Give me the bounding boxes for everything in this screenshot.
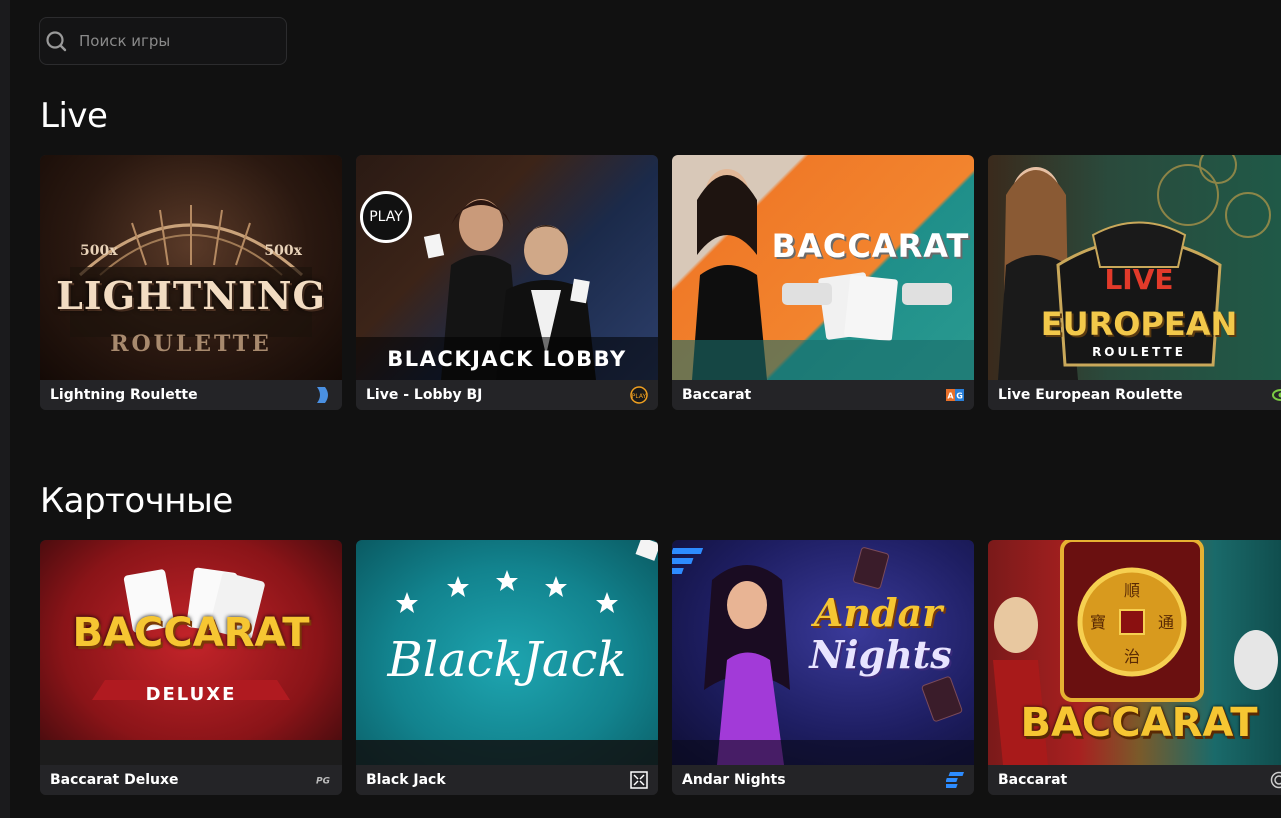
art-title: LIGHTNING [56,273,326,318]
card-footer: Andar Nights [672,765,974,795]
game-card-baccarat-deluxe[interactable]: BACCARAT DELUXE Baccarat Deluxe PG [40,540,342,795]
game-card-baccarat-asian[interactable]: 順 治 寶 通 BACCARAT Baccarat [988,540,1281,795]
art-title: Andar [813,590,943,635]
game-card-black-jack[interactable]: BlackJack Black Jack [356,540,658,795]
game-title: Baccarat [682,387,752,403]
left-rail [0,0,10,818]
card-footer: Lightning Roulette [40,380,342,410]
provider-pattern-icon [630,771,648,789]
card-footer: Black Jack [356,765,658,795]
dealer-art [672,169,974,380]
svg-text:順: 順 [1124,581,1140,600]
card-footer: Live European Roulette [988,380,1281,410]
section-title-live: Live [40,96,108,136]
game-card-andar-nights[interactable]: Andar Nights Andar Nights [672,540,974,795]
game-card-live-lobby-bj[interactable]: PLAY BLACKJACK LOBBY Live - Lobby BJ PLA… [356,155,658,410]
game-card-lightning-roulette[interactable]: 500x 500x LIGHTNING ROULETTE Lightning R… [40,155,342,410]
svg-text:PLAY: PLAY [632,393,647,400]
game-title: Baccarat [998,772,1068,788]
art-subtitle: ROULETTE [1092,345,1186,359]
card-footer: Baccarat [988,765,1281,795]
card-footer: Baccarat Deluxe PG [40,765,342,795]
game-thumbnail: BACCARAT DELUXE [40,540,342,765]
art-title: BLACKJACK LOBBY [387,347,627,371]
stripes-icon [946,771,964,789]
pragmatic-play-icon: PLAY [630,386,648,404]
game-thumbnail: PLAY BLACKJACK LOBBY [356,155,658,380]
game-row-live: 500x 500x LIGHTNING ROULETTE Lightning R… [40,155,1281,410]
search-icon [45,30,67,52]
pg-icon: PG [314,771,332,789]
art-title: BACCARAT [1020,700,1258,746]
game-title: Black Jack [366,772,446,788]
eye-icon [1272,386,1281,404]
game-thumbnail: BACCARAT [672,155,974,380]
svg-text:治: 治 [1124,647,1140,666]
art-title: BACCARAT [72,610,310,656]
game-title: Live - Lobby BJ [366,387,483,403]
card-footer: Baccarat AG [672,380,974,410]
art-title: BlackJack [387,632,627,688]
game-title: Live European Roulette [998,387,1183,403]
art-title: EUROPEAN [1040,305,1238,343]
art-subtitle: Nights [809,632,952,677]
game-card-live-european-roulette[interactable]: LIVE EUROPEAN ROULETTE Live European Rou… [988,155,1281,410]
play-badge-text: PLAY [369,209,403,225]
game-thumbnail: 500x 500x LIGHTNING ROULETTE [40,155,342,380]
search-input[interactable] [79,32,269,50]
game-row-card-games: BACCARAT DELUXE Baccarat Deluxe PG Black… [40,540,1281,795]
evolution-icon [314,386,332,404]
game-thumbnail: BlackJack [356,540,658,765]
art-subtitle: ROULETTE [110,331,272,357]
game-thumbnail: Andar Nights [672,540,974,765]
game-title: Andar Nights [682,772,786,788]
art-subtitle: DELUXE [145,684,237,705]
svg-text:PG: PG [316,777,330,786]
svg-text:A: A [947,392,954,401]
circle-logo-icon [1270,771,1281,789]
art-title: BACCARAT [771,227,970,265]
art-badge: LIVE [1104,263,1174,296]
card-footer: Live - Lobby BJ PLAY [356,380,658,410]
game-title: Baccarat Deluxe [50,772,179,788]
play-badge: PLAY [360,191,412,243]
svg-text:通: 通 [1158,613,1174,632]
art-multiplier-right: 500x [264,243,302,259]
art-multiplier-left: 500x [80,243,118,259]
svg-text:寶: 寶 [1090,613,1106,632]
game-thumbnail: 順 治 寶 通 BACCARAT [988,540,1281,765]
svg-text:G: G [956,392,963,401]
game-thumbnail: LIVE EUROPEAN ROULETTE [988,155,1281,380]
game-title: Lightning Roulette [50,387,198,403]
asia-gaming-icon: AG [946,386,964,404]
section-title-card-games: Карточные [40,481,233,521]
game-card-baccarat-live[interactable]: BACCARAT Baccarat AG [672,155,974,410]
search-box[interactable] [39,17,287,65]
